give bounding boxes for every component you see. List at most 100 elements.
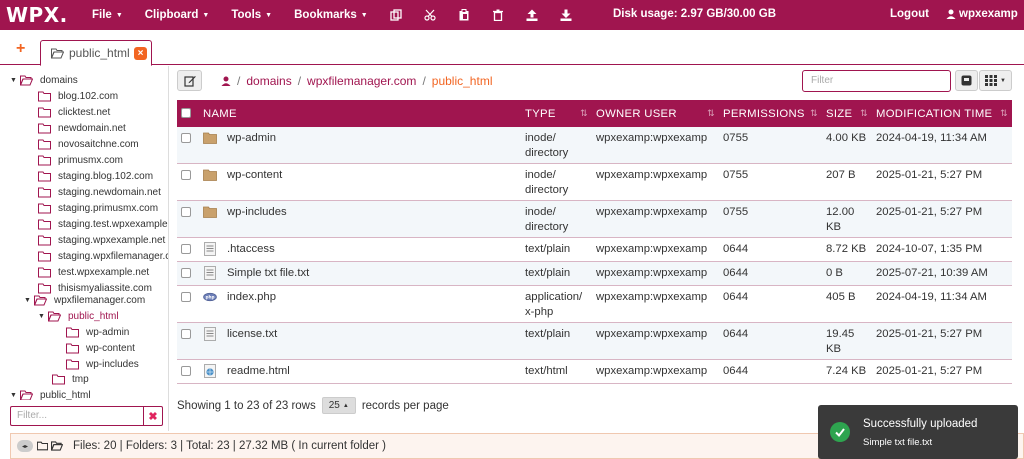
size-cell: 0 B [822,261,872,286]
name-cell: wp-includes [199,200,521,238]
table-row[interactable]: wp-admin inode/ directory wpxexamp:wpxex… [177,127,1012,164]
name-cell: readme.html [199,359,521,384]
tree-node-domain[interactable]: staging.primusmx.com [38,201,158,215]
paste-icon[interactable] [458,9,470,21]
menu-file[interactable]: File ▼ [92,9,123,21]
caret-down-icon[interactable]: ▼ [24,297,34,304]
menu-bookmarks[interactable]: Bookmarks ▼ [294,9,368,21]
folder-open-icon [20,75,34,86]
trash-icon[interactable] [492,9,504,21]
row-checkbox[interactable] [181,329,191,339]
caret-down-icon[interactable]: ▼ [38,313,48,320]
file-name[interactable]: wp-content [227,168,282,183]
file-filter-input[interactable]: Filter [802,70,951,92]
tree-node-domain[interactable]: blog.102.com [38,89,118,103]
grid-view-button[interactable]: ▼ [979,70,1012,91]
sidebar-divider [168,66,169,431]
row-checkbox[interactable] [181,366,191,376]
caret-down-icon[interactable]: ▼ [10,77,20,84]
folder-icon[interactable] [37,441,48,451]
row-checkbox[interactable] [181,207,191,217]
tree-node-domain[interactable]: test.wpxexample.net [38,265,149,279]
tree-node-domain[interactable]: staging.wpxexample.net [38,233,165,247]
logout-link[interactable]: Logout [890,8,929,20]
toggle-tree-icon[interactable]: ◂▸ [17,440,33,452]
owner-cell: wpxexamp:wpxexamp [592,200,719,238]
tree-node-domain[interactable]: staging.blog.102.com [38,169,153,183]
header-name[interactable]: NAME [199,100,521,127]
caret-down-icon[interactable]: ▼ [10,392,20,399]
tree-node-domain[interactable]: primusmx.com [38,153,123,167]
user-menu[interactable]: wpxexamp [946,8,1018,20]
upload-toast[interactable]: Successfully uploaded Simple txt file.tx… [818,405,1018,459]
tree-node-child[interactable]: wp-includes [66,357,139,371]
table-row[interactable]: Simple txt file.txt text/plain wpxexamp:… [177,261,1012,286]
folder-tree: ▼ domains blog.102.com clicktest.net new… [0,66,168,400]
grid-icon [985,75,998,86]
header-permissions[interactable]: PERMISSIONS ⇅ [719,100,822,127]
tree-node-child[interactable]: wp-admin [66,325,129,339]
header-mtime[interactable]: MODIFICATION TIME ⇅ [872,100,1012,127]
tree-node-tmp[interactable]: tmp [52,372,89,386]
tree-node-domain[interactable]: staging.test.wpxexample.com [38,217,168,231]
tree-node-domain[interactable]: staging.wpxfilemanager.com [38,249,168,263]
breadcrumb-public-html[interactable]: public_html [432,74,493,88]
clear-filter-icon[interactable]: ✖ [143,406,163,426]
table-row[interactable]: wp-content inode/ directory wpxexamp:wpx… [177,163,1012,201]
user-name: wpxexamp [959,8,1018,20]
breadcrumb-wpxfilemanager[interactable]: wpxfilemanager.com [307,74,416,88]
table-row[interactable]: php index.php application/ x-php wpxexamp… [177,285,1012,323]
view-toggle-button[interactable] [955,70,978,91]
row-checkbox[interactable] [181,292,191,302]
tree-node-domain[interactable]: clicktest.net [38,105,110,119]
tree-node-domain[interactable]: novosaitchne.com [38,137,139,151]
row-checkbox[interactable] [181,133,191,143]
file-name[interactable]: .htaccess [227,242,275,257]
file-name[interactable]: readme.html [227,364,290,379]
menu-clipboard[interactable]: Clipboard ▼ [145,9,210,21]
download-icon[interactable] [560,9,572,21]
tree-filter-input[interactable]: Filter... [10,406,143,426]
tree-label: clicktest.net [58,106,111,118]
file-name[interactable]: wp-includes [227,205,287,220]
select-all-checkbox[interactable] [181,108,191,118]
table-row[interactable]: .htaccess text/plain wpxexamp:wpxexamp 0… [177,237,1012,262]
tree-node-public-html-active[interactable]: ▼ public_html [38,309,119,323]
tab-public-html[interactable]: public_html × [40,40,152,66]
owner-cell: wpxexamp:wpxexamp [592,322,719,360]
upload-icon[interactable] [526,9,538,21]
tree-node-domains[interactable]: ▼ domains [10,73,78,87]
header-type[interactable]: TYPE ⇅ [521,100,592,127]
svg-text:php: php [206,295,215,300]
row-checkbox[interactable] [181,268,191,278]
file-name[interactable]: Simple txt file.txt [227,266,309,281]
edit-path-button[interactable] [177,70,202,91]
per-page-select[interactable]: 25 ▲ [321,397,356,414]
row-checkbox-cell [177,163,199,201]
header-size[interactable]: SIZE ⇅ [822,100,872,127]
tree-node-domain[interactable]: newdomain.net [38,121,126,135]
table-row[interactable]: license.txt text/plain wpxexamp:wpxexamp… [177,322,1012,360]
file-name[interactable]: license.txt [227,327,277,342]
breadcrumb-domains[interactable]: domains [246,74,291,88]
table-row[interactable]: readme.html text/html wpxexamp:wpxexamp … [177,359,1012,384]
folder-open-icon[interactable] [51,441,63,451]
tree-node-domain[interactable]: staging.newdomain.net [38,185,161,199]
breadcrumb-separator: / [297,74,302,88]
tree-node-wpxfilemanager[interactable]: ▼ wpxfilemanager.com [24,293,145,307]
add-tab-button[interactable]: + [16,41,25,57]
tree-node-public-html[interactable]: ▼ public_html [10,388,91,400]
close-tab-icon[interactable]: × [134,47,147,60]
menu-tools[interactable]: Tools ▼ [231,9,272,21]
header-owner[interactable]: OWNER USER ⇅ [592,100,719,127]
tree-node-child[interactable]: wp-content [66,341,135,355]
type-cell: text/plain [521,322,592,360]
file-name[interactable]: wp-admin [227,131,276,146]
copy-icon[interactable] [390,9,402,21]
cut-icon[interactable] [424,9,436,21]
php-file-icon: php [203,290,217,304]
row-checkbox[interactable] [181,244,191,254]
file-name[interactable]: index.php [227,290,276,305]
row-checkbox[interactable] [181,170,191,180]
table-row[interactable]: wp-includes inode/ directory wpxexamp:wp… [177,200,1012,238]
